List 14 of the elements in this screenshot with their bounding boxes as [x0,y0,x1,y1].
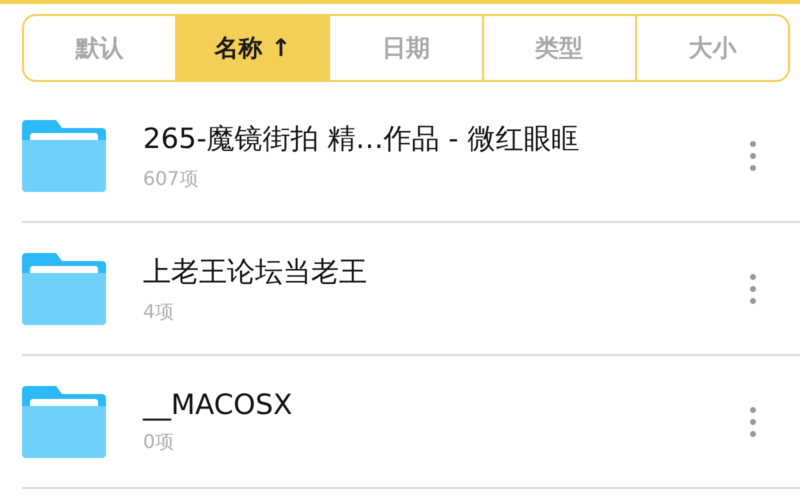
more-options-icon[interactable] [750,140,756,170]
folder-icon [22,120,106,192]
sort-tab[interactable]: 大小 [634,16,788,80]
folder-icon [22,252,106,324]
more-options-icon[interactable] [750,274,756,304]
item-count: 4项 [143,300,176,324]
item-count: 607项 [143,166,200,192]
folder-name: 上老王论坛当老王 [143,254,368,290]
item-count: 0项 [143,430,176,455]
folder-name: __MACOSX [143,388,294,421]
folder-icon [22,386,106,458]
sort-tab[interactable]: 名称 ↑ [175,16,328,80]
more-options-icon[interactable] [750,406,756,436]
folder-name: 265-魔镜街拍 精…作品 - 微红眼眶 [143,120,580,156]
